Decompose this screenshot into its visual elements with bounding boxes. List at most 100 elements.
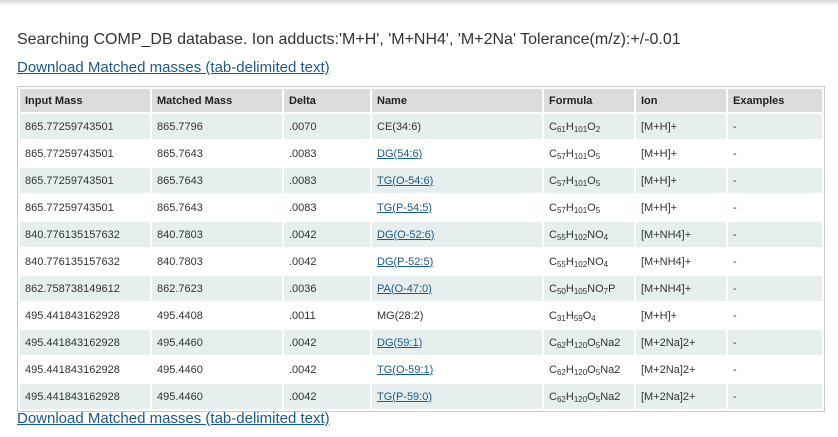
compound-name-link[interactable]: DG(54:6) <box>377 148 422 160</box>
cell-delta: .0042 <box>284 222 370 247</box>
table-row: 862.758738149612 862.7623.0036 PA(O-47:0) C… <box>20 276 822 301</box>
column-header-examples[interactable]: Examples <box>728 89 822 112</box>
formula-element: C <box>549 201 557 214</box>
page-heading: Searching COMP_DB database. Ion adducts:… <box>17 31 681 48</box>
compound-name-link[interactable]: TG(P-54:5) <box>377 202 432 214</box>
compound-name-link[interactable]: TG(O-59:1) <box>377 364 433 376</box>
cell-name: TG(O-54:6) <box>372 168 542 193</box>
cell-formula: C57H101O5 <box>544 195 634 220</box>
formula-element: H <box>565 282 574 295</box>
column-header-delta[interactable]: Delta <box>284 89 370 112</box>
formula-subscript: 102 <box>573 259 588 269</box>
compound-name-link[interactable]: DG(59:1) <box>377 337 422 349</box>
formula-subscript: 120 <box>573 367 588 377</box>
cell-name: TG(O-59:1) <box>372 357 542 382</box>
cell-delta: .0042 <box>284 357 370 382</box>
formula-subscript: 62 <box>556 394 566 404</box>
cell-delta: .0036 <box>284 276 370 301</box>
compound-name-link[interactable]: TG(P-59:0) <box>377 391 432 403</box>
formula-subscript: 62 <box>556 340 566 350</box>
cell-matched-mass: 495.4460 <box>152 384 282 409</box>
cell-input-mass: 495.441843162928 <box>20 357 150 382</box>
formula-subscript: 120 <box>573 340 588 350</box>
formula-subscript: 57 <box>556 151 566 161</box>
formula-element: H <box>565 174 574 187</box>
cell-examples: - <box>728 114 822 139</box>
table-row: 865.77259743501 865.7643.0083 TG(P-54:5) C5… <box>20 195 822 220</box>
cell-matched-mass: 865.7796 <box>152 114 282 139</box>
cell-examples: - <box>728 384 822 409</box>
column-header-name[interactable]: Name <box>372 89 542 112</box>
download-matched-masses-link-top[interactable]: Download Matched masses (tab-delimited t… <box>17 59 330 76</box>
formula-element: O <box>587 201 596 214</box>
cell-input-mass: 840.776135157632 <box>20 222 150 247</box>
cell-formula: C62H120O5Na2 <box>544 384 634 409</box>
cell-name: TG(P-59:0) <box>372 384 542 409</box>
cell-matched-mass: 495.4460 <box>152 357 282 382</box>
cell-delta: .0042 <box>284 384 370 409</box>
formula-element: O <box>587 363 596 376</box>
formula-subscript: 105 <box>573 286 588 296</box>
cell-ion: [M+NH4]+ <box>636 276 726 301</box>
formula-element: NO <box>587 282 604 295</box>
formula-element: Na2 <box>600 336 621 349</box>
formula-element: H <box>565 201 574 214</box>
formula-element: O <box>587 390 596 403</box>
formula-element: O <box>587 147 596 160</box>
top-border <box>0 0 838 6</box>
formula-element: O <box>587 336 596 349</box>
cell-examples: - <box>728 276 822 301</box>
cell-examples: - <box>728 357 822 382</box>
cell-examples: - <box>728 330 822 355</box>
column-header-matched-mass[interactable]: Matched Mass <box>152 89 282 112</box>
download-matched-masses-link-bottom[interactable]: Download Matched masses (tab-delimited t… <box>17 410 330 427</box>
compound-name-link[interactable]: TG(O-54:6) <box>377 175 433 187</box>
column-header-formula[interactable]: Formula <box>544 89 634 112</box>
cell-formula: C55H102NO4 <box>544 249 634 274</box>
formula-element: H <box>565 390 574 403</box>
cell-ion: [M+NH4]+ <box>636 249 726 274</box>
formula-element: P <box>608 282 616 295</box>
cell-input-mass: 865.77259743501 <box>20 141 150 166</box>
cell-input-mass: 865.77259743501 <box>20 168 150 193</box>
cell-formula: C57H101O5 <box>544 141 634 166</box>
column-header-ion[interactable]: Ion <box>636 89 726 112</box>
cell-ion: [M+H]+ <box>636 114 726 139</box>
formula-subscript: 61 <box>556 124 566 134</box>
results-table-container: Input Mass Matched Mass Delta Name Formu… <box>17 86 825 412</box>
formula-element: NO <box>587 228 604 241</box>
cell-input-mass: 495.441843162928 <box>20 330 150 355</box>
cell-matched-mass: 495.4460 <box>152 330 282 355</box>
cell-input-mass: 495.441843162928 <box>20 303 150 328</box>
compound-name-link[interactable]: DG(O-52:6) <box>377 229 434 241</box>
column-header-input-mass[interactable]: Input Mass <box>20 89 150 112</box>
formula-element: H <box>565 228 574 241</box>
compound-name-link[interactable]: DG(P-52:5) <box>377 256 433 268</box>
cell-formula: C55H102NO4 <box>544 222 634 247</box>
formula-subscript: 120 <box>573 394 588 404</box>
formula-element: C <box>549 390 557 403</box>
formula-subscript: 4 <box>603 259 609 269</box>
compound-name-link[interactable]: PA(O-47:0) <box>377 283 432 295</box>
cell-ion: [M+2Na]2+ <box>636 384 726 409</box>
formula-subscript: 5 <box>595 151 601 161</box>
formula-element: C <box>549 228 557 241</box>
formula-subscript: 59 <box>573 313 583 323</box>
formula-element: H <box>565 147 574 160</box>
cell-ion: [M+NH4]+ <box>636 222 726 247</box>
formula-subscript: 4 <box>603 232 609 242</box>
formula-subscript: 5 <box>595 178 601 188</box>
formula-element: O <box>587 174 596 187</box>
cell-name: TG(P-54:5) <box>372 195 542 220</box>
formula-subscript: 55 <box>556 259 566 269</box>
formula-element: H <box>565 309 574 322</box>
table-row: 865.77259743501 865.7643.0083 TG(O-54:6) C5… <box>20 168 822 193</box>
formula-element: C <box>549 147 557 160</box>
results-table: Input Mass Matched Mass Delta Name Formu… <box>18 87 824 411</box>
formula-subscript: 101 <box>573 178 588 188</box>
formula-subscript: 57 <box>556 205 566 215</box>
formula-element: C <box>549 174 557 187</box>
cell-examples: - <box>728 249 822 274</box>
cell-ion: [M+2Na]2+ <box>636 330 726 355</box>
cell-examples: - <box>728 168 822 193</box>
